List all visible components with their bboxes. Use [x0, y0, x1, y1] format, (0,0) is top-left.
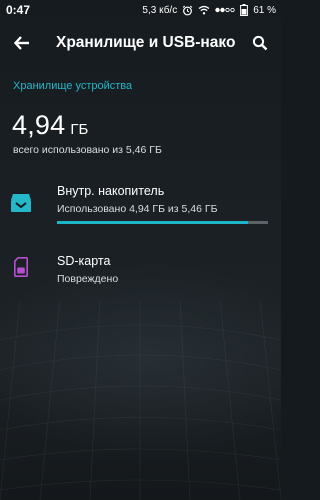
- signal-icon: [215, 7, 235, 13]
- internal-storage-icon: [10, 193, 32, 218]
- storage-item-internal[interactable]: Внутр. накопитель Использовано 4,94 ГБ и…: [0, 176, 281, 236]
- section-header-device-storage: Хранилище устройства: [13, 80, 133, 92]
- sd-card-icon: [14, 257, 28, 282]
- battery-level: 61 %: [253, 4, 276, 16]
- background-grid-pattern: [0, 300, 281, 500]
- storage-item-subtitle: Повреждено: [57, 273, 119, 285]
- search-button[interactable]: [239, 20, 281, 66]
- storage-progress-fill: [57, 221, 248, 224]
- storage-item-sd-card[interactable]: SD-карта Повреждено: [0, 244, 281, 296]
- back-arrow-icon: [14, 36, 29, 50]
- storage-progress-bar: [57, 221, 268, 224]
- search-icon: [252, 35, 268, 51]
- used-unit: ГБ: [70, 121, 89, 138]
- status-time: 0:47: [6, 3, 31, 17]
- used-subtitle: всего использовано из 5,46 ГБ: [13, 144, 162, 156]
- network-speed: 5,3 кб/с: [142, 4, 178, 16]
- app-toolbar: Хранилище и USB-накопители: [0, 20, 281, 66]
- alarm-icon: [182, 5, 193, 16]
- battery-icon: [240, 4, 249, 16]
- status-bar: 0:47 5,3 кб/с 61 %: [0, 0, 281, 20]
- page-title: Хранилище и USB-накопители: [56, 34, 236, 51]
- storage-item-title: Внутр. накопитель: [57, 184, 165, 198]
- used-summary: 4,94 ГБ: [12, 110, 88, 141]
- status-icons: 5,3 кб/с 61 %: [142, 4, 276, 16]
- wifi-icon: [198, 5, 210, 15]
- storage-item-subtitle: Использовано 4,94 ГБ из 5,46 ГБ: [57, 203, 218, 215]
- back-button[interactable]: [0, 20, 44, 66]
- storage-item-title: SD-карта: [57, 254, 111, 268]
- used-value: 4,94: [12, 110, 66, 140]
